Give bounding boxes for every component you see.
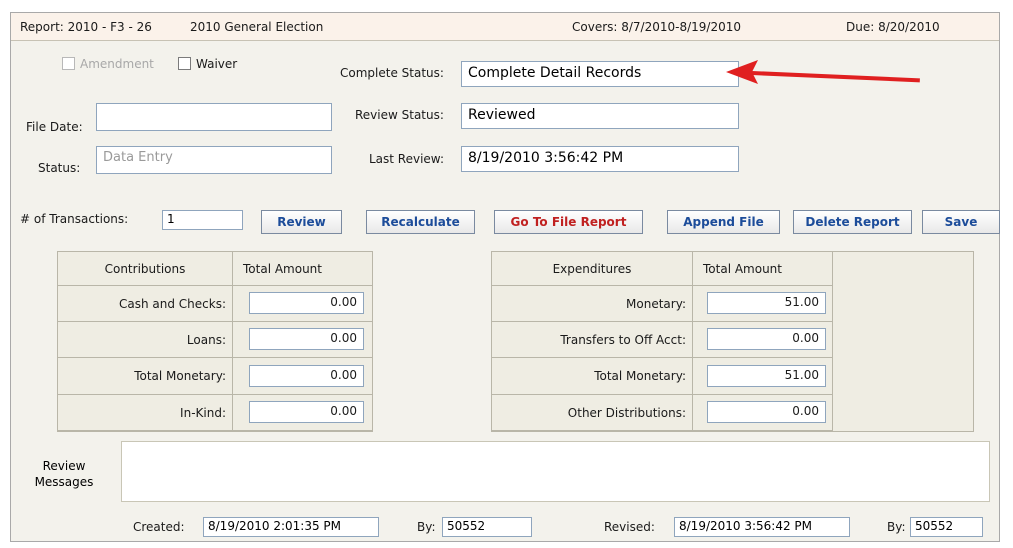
amendment-label: Amendment [80,57,154,71]
contributions-amount-header: Total Amount [233,252,373,286]
expend-row-cell: 0.00 [693,395,833,431]
review-status-field[interactable]: Reviewed [461,103,739,129]
expend-row-label: Other Distributions: [492,395,693,431]
review-messages-box[interactable] [121,441,990,502]
waiver-label: Waiver [196,57,238,71]
contrib-row-cell: 0.00 [233,395,373,431]
expend-total-monetary-amount: 51.00 [707,365,826,387]
last-review-field[interactable]: 8/19/2010 3:56:42 PM [461,146,739,172]
contrib-row-cell: 0.00 [233,358,373,395]
complete-status-label: Complete Status: [340,66,444,80]
contrib-row-label: Cash and Checks: [58,286,233,322]
review-button[interactable]: Review [261,210,342,234]
covers-range: Covers: 8/7/2010-8/19/2010 [572,20,742,34]
monetary-amount: 51.00 [707,292,826,314]
last-review-label: Last Review: [369,152,445,166]
contrib-total-monetary-amount: 0.00 [249,365,364,387]
review-messages-label: Review Messages [18,458,110,490]
created-by-label: By: [417,520,436,534]
contrib-row-cell: 0.00 [233,286,373,322]
contrib-row-label: Total Monetary: [58,358,233,395]
expend-row-cell: 51.00 [693,286,833,322]
review-status-label: Review Status: [355,108,444,122]
contrib-row-cell: 0.00 [233,322,373,358]
revised-label: Revised: [604,520,655,534]
status-field: Data Entry [96,146,332,174]
expend-row-label: Total Monetary: [492,358,693,395]
review-messages-label-line1: Review [42,459,86,473]
expend-row-label: Monetary: [492,286,693,322]
created-by-field: 50552 [442,517,532,537]
revised-by-field: 50552 [910,517,983,537]
contributions-header: Contributions [58,252,233,286]
file-date-label: File Date: [26,120,83,134]
contrib-row-label: Loans: [58,322,233,358]
transactions-label: # of Transactions: [20,212,129,226]
go-to-file-report-button[interactable]: Go To File Report [494,210,643,234]
expend-row-label: Transfers to Off Acct: [492,322,693,358]
contributions-grid: Contributions Total Amount Cash and Chec… [57,251,373,432]
expenditures-grid: Expenditures Total Amount Monetary: 51.0… [491,251,974,432]
save-button[interactable]: Save [922,210,1000,234]
review-messages-label-line2: Messages [34,475,94,489]
expend-row-cell: 51.00 [693,358,833,395]
created-label: Created: [133,520,185,534]
transfers-amount: 0.00 [707,328,826,350]
status-label: Status: [38,161,81,175]
recalculate-button[interactable]: Recalculate [366,210,475,234]
complete-status-field[interactable]: Complete Detail Records [461,61,739,87]
delete-report-button[interactable]: Delete Report [793,210,912,234]
other-distributions-amount: 0.00 [707,401,826,423]
in-kind-amount: 0.00 [249,401,364,423]
revised-field: 8/19/2010 3:56:42 PM [674,517,850,537]
revised-by-label: By: [887,520,906,534]
due-date: Due: 8/20/2010 [846,20,940,34]
contrib-row-label: In-Kind: [58,395,233,431]
amendment-checkbox[interactable] [62,57,75,70]
report-id: Report: 2010 - F3 - 26 [20,20,152,34]
election-name: 2010 General Election [190,20,324,34]
expenditures-header: Expenditures [492,252,693,286]
created-field: 8/19/2010 2:01:35 PM [203,517,379,537]
cash-and-checks-amount: 0.00 [249,292,364,314]
append-file-button[interactable]: Append File [667,210,780,234]
file-date-field[interactable] [96,103,332,131]
expenditures-amount-header: Total Amount [693,252,833,286]
red-arrow-icon [726,60,758,84]
transactions-field[interactable]: 1 [162,210,243,230]
waiver-checkbox[interactable] [178,57,191,70]
expend-row-cell: 0.00 [693,322,833,358]
loans-amount: 0.00 [249,328,364,350]
